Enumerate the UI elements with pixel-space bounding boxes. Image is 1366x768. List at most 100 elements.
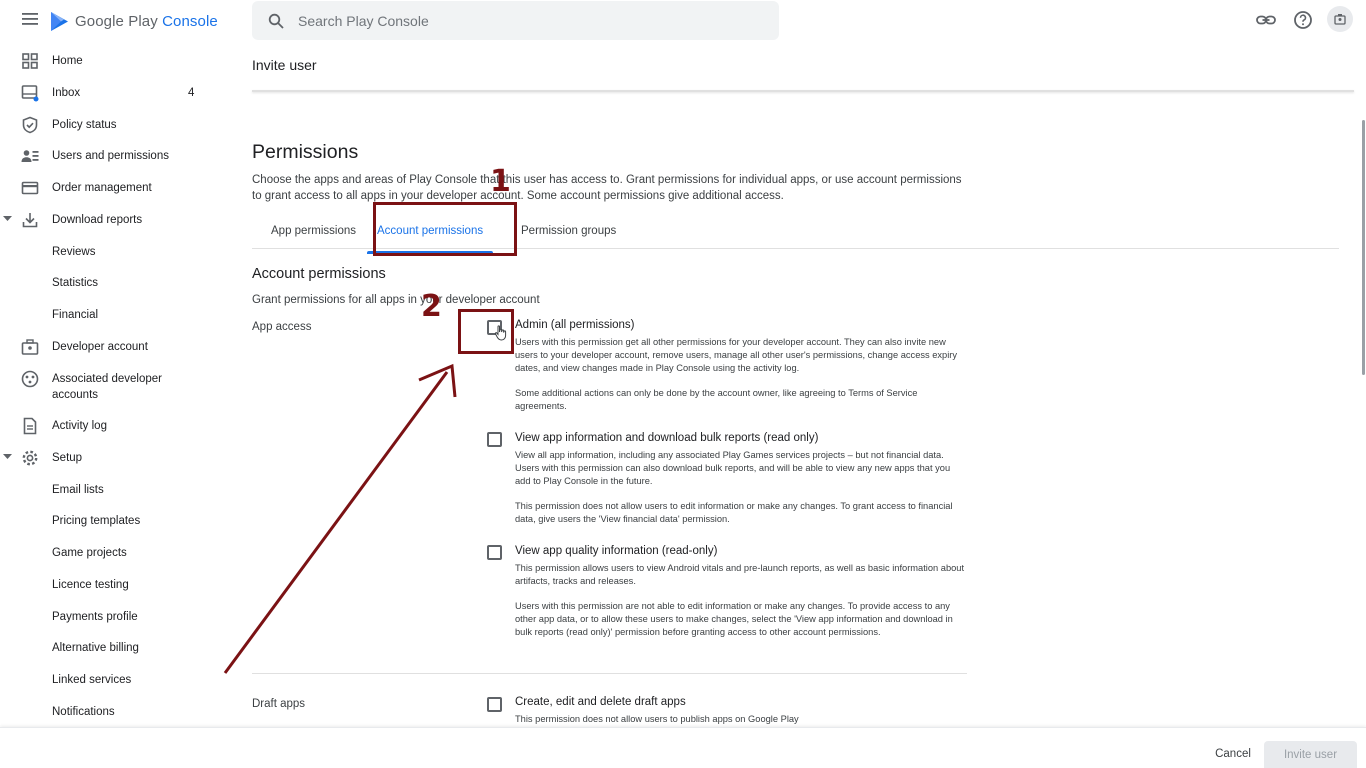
sidebar-item-financial[interactable]: Financial	[0, 300, 232, 330]
cancel-button[interactable]: Cancel	[1200, 741, 1266, 767]
admin-permission-desc: Users with this permission get all other…	[515, 337, 958, 373]
sidebar-item-notifications[interactable]: Notifications	[0, 697, 232, 727]
view-app-info-permission-title: View app information and download bulk r…	[515, 432, 819, 444]
chevron-down-icon	[3, 454, 12, 459]
sidebar-item-label: Reviews	[52, 246, 96, 258]
briefcase-icon	[21, 339, 39, 355]
sidebar-item-label: Order management	[52, 182, 152, 194]
sidebar-item-label: Payments profile	[52, 611, 138, 623]
sidebar-item-payments-profile[interactable]: Payments profile	[0, 602, 232, 632]
sidebar-item-statistics[interactable]: Statistics	[0, 268, 232, 298]
sidebar-item-label: Home	[52, 55, 83, 67]
sidebar-item-reviews[interactable]: Reviews	[0, 237, 232, 267]
section-divider	[252, 673, 967, 674]
inbox-icon	[21, 85, 39, 102]
draft-apps-checkbox[interactable]	[487, 697, 502, 712]
sidebar-item-label: Email lists	[52, 484, 104, 496]
sidebar-item-pricing-templates[interactable]: Pricing templates	[0, 506, 232, 536]
sidebar-item-label-line2: accounts	[52, 389, 99, 401]
sidebar-item-inbox[interactable]: Inbox 4	[0, 78, 232, 108]
sidebar-item-setup[interactable]: Setup	[0, 443, 232, 473]
sidebar-item-label: Linked services	[52, 674, 132, 686]
help-icon[interactable]	[1291, 8, 1315, 32]
search-input[interactable]	[298, 12, 718, 29]
menu-button[interactable]	[14, 9, 46, 33]
annotation-box-account-tab	[373, 202, 517, 256]
sidebar-item-home[interactable]: Home	[0, 46, 232, 76]
sidebar-item-associated-developer-accounts[interactable]: Associated developer accounts	[0, 364, 232, 406]
sidebar-item-game-projects[interactable]: Game projects	[0, 538, 232, 568]
credit-card-icon	[21, 181, 39, 195]
sidebar-item-label: Licence testing	[52, 579, 129, 591]
annotation-step-2: 2	[421, 289, 442, 324]
sidebar-item-label: Financial	[52, 309, 99, 321]
sidebar-item-licence-testing[interactable]: Licence testing	[0, 570, 232, 600]
home-icon	[22, 53, 38, 69]
account-permissions-heading: Account permissions	[252, 266, 386, 282]
account-avatar[interactable]	[1327, 6, 1353, 32]
admin-permission-title: Admin (all permissions)	[515, 319, 635, 331]
inbox-count-badge: 4	[188, 87, 195, 99]
account-icon	[1334, 14, 1346, 25]
title-divider	[252, 90, 1354, 92]
link-icon[interactable]	[1254, 8, 1278, 32]
sidebar-item-linked-services[interactable]: Linked services	[0, 665, 232, 695]
invite-user-button[interactable]: Invite user	[1264, 741, 1357, 768]
sidebar-item-order-management[interactable]: Order management	[0, 173, 232, 203]
page-scrollbar[interactable]	[1362, 120, 1365, 375]
sidebar-item-label: Setup	[52, 452, 83, 464]
view-app-info-permission-desc: View all app information, including any …	[515, 450, 951, 486]
sidebar-item-email-lists[interactable]: Email lists	[0, 475, 232, 505]
view-app-info-checkbox[interactable]	[487, 432, 502, 447]
chevron-down-icon	[3, 216, 12, 221]
sidebar-item-alternative-billing[interactable]: Alternative billing	[0, 633, 232, 663]
footer-bar: Cancel Invite user	[0, 727, 1366, 768]
shield-icon	[22, 116, 38, 134]
view-app-quality-checkbox[interactable]	[487, 545, 502, 560]
account-permissions-subtitle: Grant permissions for all apps in your d…	[252, 294, 540, 306]
sidebar-item-label: Statistics	[52, 277, 99, 289]
permissions-description: Choose the apps and areas of Play Consol…	[252, 174, 962, 202]
search-bar[interactable]	[252, 1, 779, 40]
sidebar-item-label: Policy status	[52, 119, 117, 131]
draft-apps-permission-desc: This permission does not allow users to …	[515, 714, 799, 724]
draft-apps-label: Draft apps	[252, 698, 306, 710]
view-app-quality-permission-note: Users with this permission are not able …	[515, 601, 953, 637]
download-icon	[22, 213, 38, 228]
sidebar-item-activity-log[interactable]: Activity log	[0, 411, 232, 441]
annotation-step-1: 1	[490, 164, 511, 199]
sidebar-item-users-and-permissions[interactable]: Users and permissions	[0, 141, 232, 171]
menu-icon	[22, 13, 38, 25]
sidebar-item-label: Game projects	[52, 547, 127, 559]
gear-icon	[22, 450, 38, 466]
app-access-label: App access	[252, 321, 312, 333]
tab-permission-groups[interactable]: Permission groups	[521, 225, 616, 252]
sidebar-item-label: Activity log	[52, 420, 107, 432]
sidebar-item-label: Pricing templates	[52, 515, 141, 527]
admin-permission-note: Some additional actions can only be done…	[515, 388, 918, 411]
sidebar-item-developer-account[interactable]: Developer account	[0, 332, 232, 362]
sidebar-item-label: Notifications	[52, 706, 115, 718]
page-title: Invite user	[252, 57, 317, 73]
document-icon	[23, 417, 37, 435]
view-app-quality-permission-desc: This permission allows users to view And…	[515, 563, 965, 586]
play-logo-icon	[51, 11, 68, 31]
search-icon	[268, 13, 284, 29]
sidebar-item-label: Alternative billing	[52, 642, 139, 654]
view-app-info-permission-note: This permission does not allow users to …	[515, 501, 953, 524]
sidebar-nav: Home Inbox 4 Policy status Users and per…	[0, 45, 232, 768]
sidebar-item-policy-status[interactable]: Policy status	[0, 110, 232, 140]
tab-app-permissions[interactable]: App permissions	[271, 225, 356, 252]
sidebar-item-label: Developer account	[52, 341, 148, 353]
play-console-app: Google Play Console Search Play Console …	[0, 0, 1366, 768]
linked-accounts-icon	[21, 370, 39, 388]
draft-apps-permission-title: Create, edit and delete draft apps	[515, 696, 686, 708]
sidebar-item-label: Inbox	[52, 87, 81, 99]
logo-text: Google Play Console	[75, 12, 218, 30]
play-console-logo[interactable]: Google Play Console	[50, 9, 218, 33]
annotation-box-admin-checkbox	[458, 309, 514, 354]
users-icon	[21, 150, 39, 162]
sidebar-item-download-reports[interactable]: Download reports	[0, 205, 232, 235]
sidebar-item-label: Download reports	[52, 214, 143, 226]
sidebar-item-label: Associated developer	[52, 373, 162, 385]
